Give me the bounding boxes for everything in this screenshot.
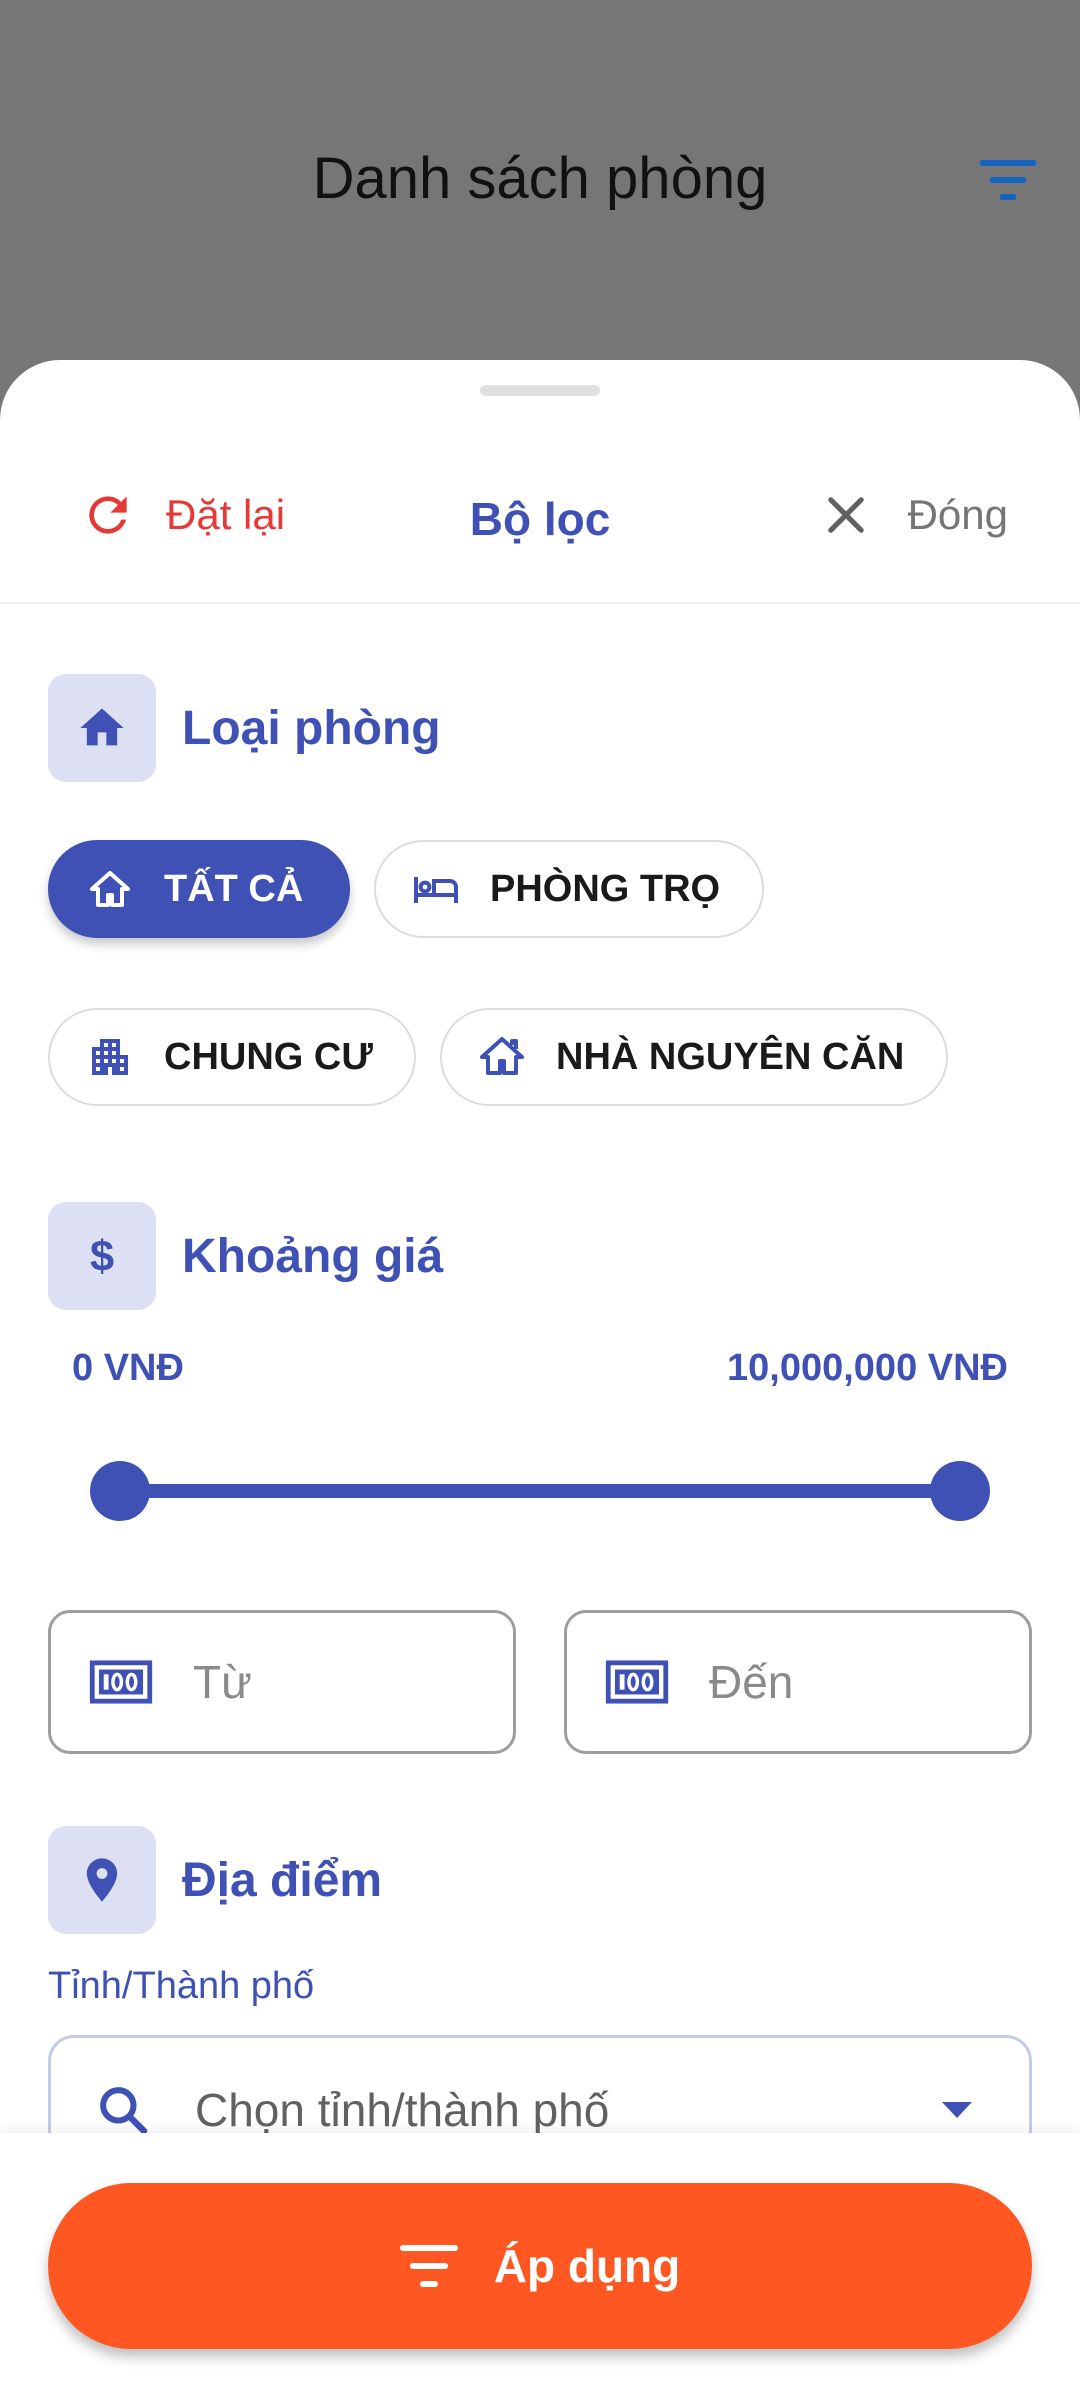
price-to-input[interactable] [707, 1654, 991, 1710]
city-label: Tỉnh/Thành phố [48, 1965, 315, 2007]
price-icon-box: $ [48, 1202, 156, 1310]
close-icon [827, 497, 864, 533]
location-icon-box [48, 1826, 156, 1934]
price-to-field[interactable] [564, 1610, 1032, 1754]
location-title: Địa điểm [182, 1853, 383, 1907]
price-min-label: 0 VNĐ [72, 1347, 184, 1389]
bed-icon [414, 877, 458, 903]
filter-icon [399, 2245, 458, 2287]
drag-handle[interactable] [480, 385, 600, 396]
chip-label: NHÀ NGUYÊN CĂN [556, 1035, 905, 1078]
search-icon [100, 2087, 148, 2135]
price-slider-max-thumb[interactable] [930, 1461, 990, 1521]
svg-text:$: $ [90, 1233, 114, 1281]
chip-label: CHUNG CƯ [164, 1035, 373, 1078]
price-from-input[interactable] [191, 1654, 475, 1710]
apartment-icon [92, 1039, 128, 1075]
chip-rented-room[interactable]: PHÒNG TRỌ [374, 840, 764, 938]
price-title: Khoảng giá [182, 1229, 444, 1283]
room-type-title: Loại phòng [182, 701, 441, 755]
footer: Áp dụng [0, 2133, 1080, 2400]
chip-whole-house[interactable]: NHÀ NGUYÊN CĂN [440, 1008, 948, 1106]
home-icon [80, 708, 124, 746]
location-heading: Địa điểm [48, 1826, 382, 1934]
city-search-input[interactable] [193, 2082, 877, 2138]
room-type-heading: Loại phòng [48, 674, 441, 782]
home-outline-icon [90, 871, 130, 907]
price-slider-track[interactable] [120, 1484, 960, 1498]
app-bar: Danh sách phòng [0, 0, 1080, 360]
price-heading: $ Khoảng giá [48, 1202, 443, 1310]
house-icon [480, 1037, 524, 1075]
close-button[interactable]: Đóng [820, 480, 1008, 550]
filter-icon[interactable] [980, 158, 1036, 202]
price-max-label: 10,000,000 VNĐ [727, 1347, 1008, 1389]
price-from-field[interactable] [48, 1610, 516, 1754]
page-title: Danh sách phòng [312, 146, 768, 211]
chip-label: TẤT CẢ [164, 867, 304, 910]
price-slider-min-thumb[interactable] [90, 1461, 150, 1521]
apply-label: Áp dụng [493, 2240, 681, 2292]
money-icon [89, 1660, 153, 1704]
sheet-header: Đặt lại Bộ lọc Đóng [0, 430, 1080, 604]
money-icon [605, 1660, 669, 1704]
location-pin-icon [86, 1858, 118, 1902]
chip-label: PHÒNG TRỌ [490, 867, 721, 910]
room-type-icon-box [48, 674, 156, 782]
chip-apartment[interactable]: CHUNG CƯ [48, 1008, 416, 1106]
apply-button[interactable]: Áp dụng [48, 2183, 1032, 2349]
dollar-icon: $ [90, 1233, 114, 1281]
close-label: Đóng [907, 491, 1008, 538]
chip-all[interactable]: TẤT CẢ [48, 840, 350, 938]
chevron-down-icon[interactable] [940, 2100, 974, 2120]
